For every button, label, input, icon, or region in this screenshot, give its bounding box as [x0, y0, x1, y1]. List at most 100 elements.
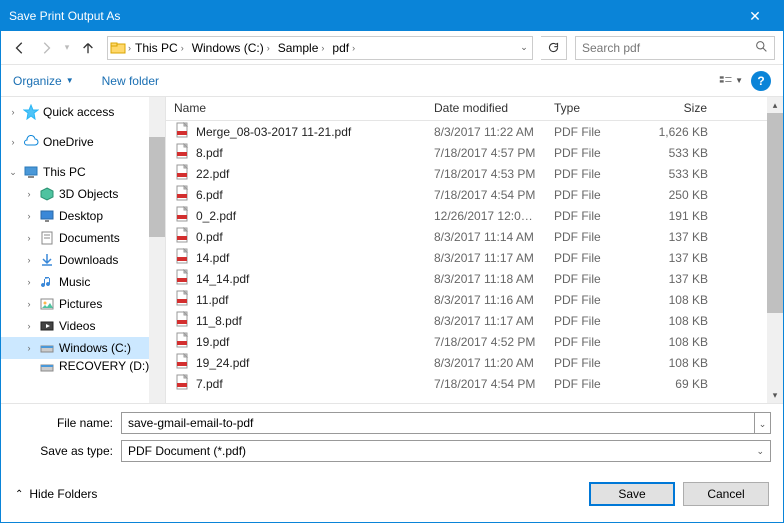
expand-icon[interactable]: › — [7, 137, 19, 147]
expand-icon[interactable]: › — [7, 107, 19, 117]
file-row[interactable]: 0_2.pdf12/26/2017 12:00 ...PDF File191 K… — [166, 205, 783, 226]
expand-icon[interactable]: › — [23, 277, 35, 287]
tree-item[interactable]: ›Pictures — [1, 293, 165, 315]
forward-button[interactable] — [35, 37, 57, 59]
file-type: PDF File — [546, 209, 636, 223]
file-date: 8/3/2017 11:22 AM — [426, 125, 546, 139]
file-row[interactable]: 7.pdf7/18/2017 4:54 PMPDF File69 KB — [166, 373, 783, 394]
expand-icon[interactable]: › — [23, 233, 35, 243]
filename-dropdown[interactable]: ⌄ — [755, 412, 771, 434]
address-dropdown[interactable]: ⌄ — [516, 42, 532, 53]
file-row[interactable]: Merge_08-03-2017 11-21.pdf8/3/2017 11:22… — [166, 121, 783, 142]
breadcrumb-segment[interactable]: pdf› — [328, 37, 359, 59]
file-type: PDF File — [546, 251, 636, 265]
file-row[interactable]: 11_8.pdf8/3/2017 11:17 AMPDF File108 KB — [166, 310, 783, 331]
up-button[interactable] — [77, 37, 99, 59]
column-name[interactable]: Name — [166, 97, 426, 120]
save-form: File name: ⌄ Save as type: PDF Document … — [1, 403, 783, 472]
file-row[interactable]: 14_14.pdf8/3/2017 11:18 AMPDF File137 KB — [166, 268, 783, 289]
tree-item[interactable]: ›Desktop — [1, 205, 165, 227]
file-size: 191 KB — [636, 209, 716, 223]
breadcrumb-segment[interactable]: Windows (C:)› — [188, 37, 274, 59]
file-row[interactable]: 22.pdf7/18/2017 4:53 PMPDF File533 KB — [166, 163, 783, 184]
recent-dropdown[interactable]: ▾ — [61, 37, 73, 59]
tree-item-label: Downloads — [59, 253, 118, 267]
expand-icon[interactable]: › — [23, 321, 35, 331]
file-scrollbar[interactable]: ▴▾ — [767, 97, 783, 403]
expand-icon[interactable]: › — [23, 189, 35, 199]
navigation-tree[interactable]: ›Quick access›OneDrive⌄This PC›3D Object… — [1, 97, 166, 403]
pdf-icon — [174, 332, 190, 351]
saveas-select[interactable]: PDF Document (*.pdf) ⌄ — [121, 440, 771, 462]
file-type: PDF File — [546, 125, 636, 139]
help-button[interactable]: ? — [751, 71, 771, 91]
file-type: PDF File — [546, 167, 636, 181]
file-type: PDF File — [546, 146, 636, 160]
file-row[interactable]: 14.pdf8/3/2017 11:17 AMPDF File137 KB — [166, 247, 783, 268]
file-size: 108 KB — [636, 356, 716, 370]
pdf-icon — [174, 164, 190, 183]
expand-icon[interactable]: › — [23, 211, 35, 221]
save-button[interactable]: Save — [589, 482, 675, 506]
view-options-button[interactable]: ▼ — [719, 70, 743, 92]
expand-icon[interactable]: › — [23, 343, 35, 353]
file-name: 7.pdf — [196, 377, 223, 391]
file-type: PDF File — [546, 335, 636, 349]
tree-item[interactable]: › OneDrive — [1, 131, 165, 153]
tree-item[interactable]: ⌄This PC — [1, 161, 165, 183]
tree-item[interactable]: RECOVERY (D:) — [1, 359, 165, 373]
file-name: 11.pdf — [196, 293, 228, 307]
organize-button[interactable]: Organize▼ — [13, 74, 74, 88]
search-input[interactable]: Search pdf — [575, 36, 775, 60]
pdf-icon — [174, 122, 190, 141]
refresh-button[interactable] — [541, 36, 567, 60]
file-row[interactable]: 19.pdf7/18/2017 4:52 PMPDF File108 KB — [166, 331, 783, 352]
file-date: 8/3/2017 11:16 AM — [426, 293, 546, 307]
tree-item[interactable]: › Downloads — [1, 249, 165, 271]
file-type: PDF File — [546, 293, 636, 307]
file-row[interactable]: 8.pdf7/18/2017 4:57 PMPDF File533 KB — [166, 142, 783, 163]
tree-item[interactable]: ›3D Objects — [1, 183, 165, 205]
vids-icon — [39, 318, 55, 334]
breadcrumb-segment[interactable]: This PC› — [131, 37, 188, 59]
expand-icon[interactable]: › — [23, 299, 35, 309]
hide-folders-button[interactable]: ⌃ Hide Folders — [15, 487, 97, 501]
column-date[interactable]: Date modified — [426, 97, 546, 120]
pdf-icon — [174, 353, 190, 372]
file-type: PDF File — [546, 377, 636, 391]
cancel-button[interactable]: Cancel — [683, 482, 769, 506]
tree-item[interactable]: ›Windows (C:) — [1, 337, 165, 359]
file-name: 6.pdf — [196, 188, 223, 202]
column-headers: Name Date modified Type Size — [166, 97, 783, 121]
file-row[interactable]: 6.pdf7/18/2017 4:54 PMPDF File250 KB — [166, 184, 783, 205]
tree-item[interactable]: › Music — [1, 271, 165, 293]
file-size: 533 KB — [636, 167, 716, 181]
file-row[interactable]: 0.pdf8/3/2017 11:14 AMPDF File137 KB — [166, 226, 783, 247]
file-date: 8/3/2017 11:14 AM — [426, 230, 546, 244]
file-row[interactable]: 11.pdf8/3/2017 11:16 AMPDF File108 KB — [166, 289, 783, 310]
close-icon[interactable]: ✕ — [735, 8, 775, 25]
back-button[interactable] — [9, 37, 31, 59]
file-row[interactable]: 19_24.pdf8/3/2017 11:20 AMPDF File108 KB — [166, 352, 783, 373]
tree-scrollbar[interactable] — [149, 97, 165, 403]
breadcrumb-segment[interactable]: Sample› — [274, 37, 329, 59]
column-type[interactable]: Type — [546, 97, 636, 120]
file-size: 108 KB — [636, 335, 716, 349]
file-date: 12/26/2017 12:00 ... — [426, 209, 546, 223]
tree-item[interactable]: ›Videos — [1, 315, 165, 337]
tree-item-label: OneDrive — [43, 135, 94, 149]
tree-item[interactable]: ›Documents — [1, 227, 165, 249]
pc-icon — [23, 164, 39, 180]
pdf-icon — [174, 143, 190, 162]
address-bar[interactable]: › This PC›Windows (C:)›Sample›pdf› ⌄ — [107, 36, 533, 60]
window-title: Save Print Output As — [9, 9, 735, 23]
filename-input[interactable] — [121, 412, 755, 434]
expand-icon[interactable]: ⌄ — [7, 167, 19, 178]
column-size[interactable]: Size — [636, 97, 716, 120]
tree-item-label: Music — [59, 275, 90, 289]
file-size: 250 KB — [636, 188, 716, 202]
tree-item[interactable]: ›Quick access — [1, 101, 165, 123]
new-folder-button[interactable]: New folder — [102, 74, 159, 88]
expand-icon[interactable]: › — [23, 255, 35, 265]
pdf-icon — [174, 185, 190, 204]
